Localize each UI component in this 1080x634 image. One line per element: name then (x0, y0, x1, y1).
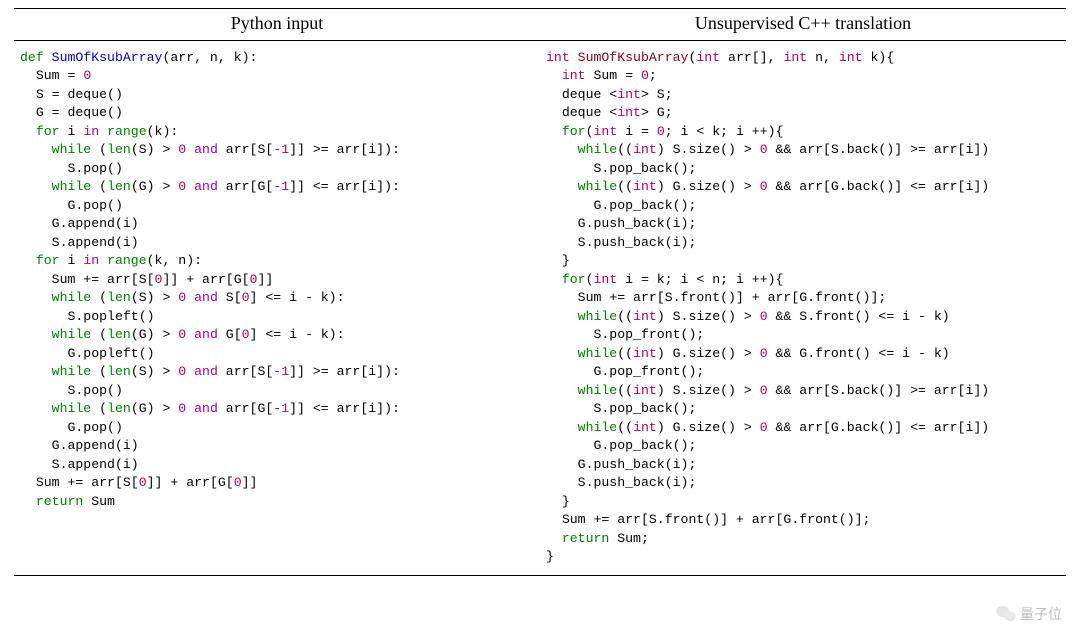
watermark: 量子位 (996, 604, 1062, 624)
wechat-icon (996, 605, 1016, 623)
header-python: Python input (14, 9, 540, 40)
code-row: def SumOfKsubArray(arr, n, k): Sum = 0 S… (14, 41, 1066, 576)
table-header-row: Python input Unsupervised C++ translatio… (14, 8, 1066, 41)
header-cpp: Unsupervised C++ translation (540, 9, 1066, 40)
watermark-text: 量子位 (1020, 604, 1062, 624)
python-code-block: def SumOfKsubArray(arr, n, k): Sum = 0 S… (14, 49, 540, 575)
code-comparison-table: Python input Unsupervised C++ translatio… (0, 0, 1080, 586)
cpp-code-block: int SumOfKsubArray(int arr[], int n, int… (540, 49, 1066, 575)
